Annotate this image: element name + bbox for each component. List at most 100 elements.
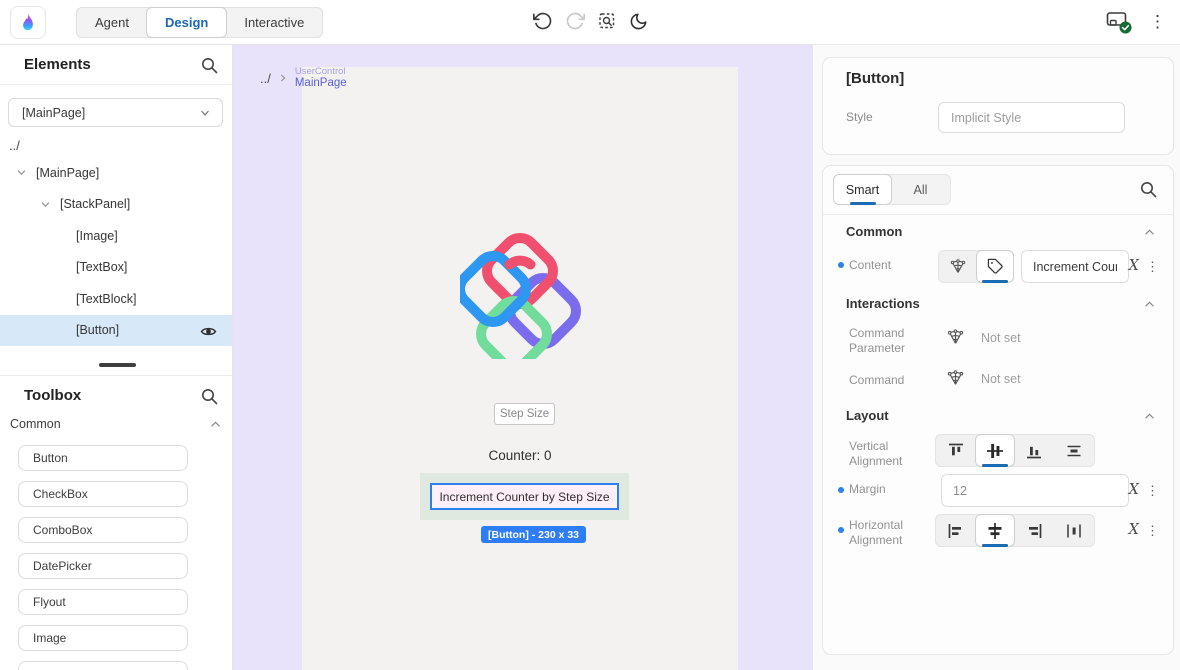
uno-platform-logo: [460, 233, 582, 359]
chevron-down-icon[interactable]: [16, 167, 27, 178]
vertical-alignment-label: Vertical Alignment: [849, 439, 931, 469]
literal-tag-icon[interactable]: [976, 250, 1014, 283]
binding-web-icon[interactable]: [947, 329, 964, 346]
redo-icon[interactable]: [565, 11, 585, 31]
tree-item-button[interactable]: [Button]: [0, 315, 233, 347]
toolbox-item-partial[interactable]: [18, 661, 188, 670]
selected-element-title: [Button]: [846, 70, 904, 87]
toolbox-item-list: Button CheckBox ComboBox DatePicker Flyo…: [18, 445, 188, 670]
align-bottom-icon[interactable]: [1014, 435, 1054, 466]
undo-icon[interactable]: [533, 11, 553, 31]
toolbox-panel-title: Toolbox: [24, 387, 81, 404]
toolbox-item-flyout[interactable]: Flyout: [18, 589, 188, 615]
content-source-toggle: [938, 250, 1014, 283]
toolbox-item-datepicker[interactable]: DatePicker: [18, 553, 188, 579]
toolbox-item-image[interactable]: Image: [18, 625, 188, 651]
active-segment-underline: [982, 280, 1008, 283]
tree-item-textbox[interactable]: [TextBox]: [0, 252, 233, 284]
toolbox-item-combobox[interactable]: ComboBox: [18, 517, 188, 543]
align-hcenter-icon[interactable]: [975, 514, 1015, 547]
tab-smart[interactable]: Smart: [833, 174, 892, 205]
section-layout[interactable]: Layout: [846, 408, 889, 423]
align-top-icon[interactable]: [936, 435, 976, 466]
command-label: Command: [849, 373, 931, 388]
active-tab-underline: [850, 202, 876, 205]
canvas-breadcrumb-root[interactable]: ../: [260, 71, 271, 86]
tab-all[interactable]: All: [891, 175, 950, 204]
content-value-input[interactable]: [1021, 250, 1129, 283]
elements-search-icon[interactable]: [200, 56, 218, 74]
chevron-up-icon[interactable]: [1143, 298, 1156, 311]
overflow-menu-icon[interactable]: ⋮: [1149, 13, 1166, 30]
section-interactions[interactable]: Interactions: [846, 296, 920, 311]
increment-counter-button[interactable]: Increment Counter by Step Size: [430, 483, 619, 510]
command-value[interactable]: Not set: [981, 372, 1021, 386]
tree-item-image[interactable]: [Image]: [0, 220, 233, 252]
property-options-icon[interactable]: ⋮: [1146, 484, 1159, 497]
toolbox-item-checkbox[interactable]: CheckBox: [18, 481, 188, 507]
page-selector-dropdown[interactable]: [MainPage]: [8, 98, 223, 127]
toolbox-search-icon[interactable]: [200, 387, 218, 405]
tab-agent[interactable]: Agent: [77, 8, 147, 37]
app-preview[interactable]: Counter: 0 Increment Counter by Step Siz…: [302, 67, 738, 670]
horizontal-alignment-label: Horizontal Alignment: [849, 518, 931, 548]
modified-indicator-dot: [838, 262, 844, 268]
toolbox-section-label[interactable]: Common: [10, 417, 61, 431]
chevron-down-icon[interactable]: [40, 199, 51, 210]
section-common[interactable]: Common: [846, 224, 902, 239]
tree-item-mainpage[interactable]: [MainPage]: [0, 157, 233, 189]
property-inspector: [Button] Style Smart All Common Content: [813, 45, 1180, 670]
mode-tabs: Agent Design Interactive: [76, 7, 323, 38]
chevron-up-icon[interactable]: [209, 418, 222, 431]
tab-design[interactable]: Design: [146, 7, 227, 38]
margin-label: Margin: [849, 482, 931, 497]
markup-expression-icon[interactable]: X: [1129, 258, 1139, 274]
app-logo-button[interactable]: [10, 6, 46, 39]
selected-element-card: [Button] Style: [822, 57, 1174, 155]
tree-root-breadcrumb[interactable]: ../: [9, 138, 20, 153]
modified-indicator-dot: [838, 527, 844, 533]
chevron-right-icon: [278, 73, 288, 83]
modified-indicator-dot: [838, 487, 844, 493]
select-region-icon[interactable]: [597, 11, 617, 31]
property-options-icon[interactable]: ⋮: [1146, 524, 1159, 537]
element-tree: [MainPage] [StackPanel] [Image] [TextBox…: [0, 157, 233, 346]
counter-textblock: Counter: 0: [302, 448, 738, 463]
margin-input[interactable]: [941, 474, 1129, 507]
panel-resize-handle[interactable]: [99, 363, 136, 367]
dark-mode-moon-icon[interactable]: [629, 12, 648, 31]
binding-web-icon[interactable]: [939, 251, 977, 282]
flame-logo-icon: [19, 12, 37, 34]
design-canvas[interactable]: ../ UserControl MainPage Counter: 0 Incr…: [233, 45, 813, 670]
active-segment-underline: [982, 544, 1008, 547]
elements-panel-title: Elements: [24, 56, 91, 73]
chevron-up-icon[interactable]: [1143, 410, 1156, 423]
canvas-control-type: UserControl: [295, 67, 347, 77]
toolbox-item-button[interactable]: Button: [18, 445, 188, 471]
tree-item-textblock[interactable]: [TextBlock]: [0, 283, 233, 315]
markup-expression-icon[interactable]: X: [1129, 482, 1139, 498]
properties-card: Smart All Common Content X ⋮: [822, 165, 1174, 655]
property-options-icon[interactable]: ⋮: [1146, 260, 1159, 273]
tab-interactive[interactable]: Interactive: [226, 8, 322, 37]
align-vstretch-icon[interactable]: [1054, 435, 1094, 466]
align-right-icon[interactable]: [1014, 515, 1054, 546]
top-toolbar: Agent Design Interactive ⋮: [0, 0, 1180, 45]
properties-search-icon[interactable]: [1139, 180, 1157, 198]
device-connected-icon[interactable]: [1106, 10, 1131, 32]
align-hstretch-icon[interactable]: [1054, 515, 1094, 546]
command-parameter-value[interactable]: Not set: [981, 331, 1021, 345]
binding-web-icon[interactable]: [947, 370, 964, 387]
style-input[interactable]: [938, 102, 1125, 133]
active-segment-underline: [982, 464, 1008, 467]
tree-item-stackpanel[interactable]: [StackPanel]: [0, 189, 233, 221]
markup-expression-icon[interactable]: X: [1129, 522, 1139, 538]
eye-visibility-icon[interactable]: [200, 323, 217, 340]
selection-size-badge: [Button] - 230 x 33: [481, 526, 586, 543]
chevron-up-icon[interactable]: [1143, 226, 1156, 239]
canvas-control-name[interactable]: MainPage: [295, 77, 347, 89]
align-left-icon[interactable]: [936, 515, 976, 546]
align-vcenter-icon[interactable]: [975, 434, 1015, 467]
step-size-textbox[interactable]: [494, 403, 555, 425]
horizontal-alignment-toggle: [935, 514, 1095, 547]
